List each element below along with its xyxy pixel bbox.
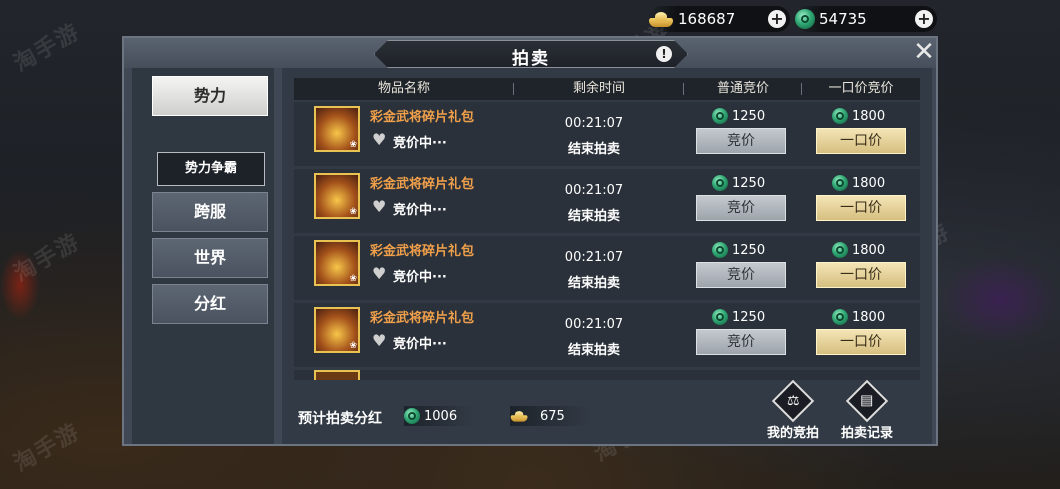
auction-panel: 拍卖 ! ✕ 势力 势力争霸 跨服 世界 分红 物品名称 剩余时间 普通竞价 一…: [122, 36, 938, 446]
title-bar: 拍卖 ! ✕: [124, 38, 936, 68]
fixed-price: 1800: [832, 309, 885, 325]
end-auction-label: 结束拍卖: [567, 276, 620, 291]
jade-coin-icon: [832, 175, 848, 191]
info-icon[interactable]: !: [656, 46, 672, 62]
sidebar-item-world[interactable]: 世界: [152, 238, 268, 278]
sidebar-subitem-faction-contest[interactable]: 势力争霸: [157, 152, 265, 186]
bid-button[interactable]: 竞价: [696, 329, 786, 355]
estimated-dividend-label: 预计拍卖分红: [298, 411, 382, 427]
dividend-jade: 1006: [404, 406, 474, 426]
end-auction-label: 结束拍卖: [567, 343, 620, 358]
jade-coin-icon: [712, 108, 728, 124]
auction-table: 物品名称 剩余时间 普通竞价 一口价竞价 彩金武将碎片礼包 ♥ 竞价中··· 0…: [282, 68, 932, 444]
my-bids-button[interactable]: ⚖ 我的竞拍: [758, 379, 828, 441]
scales-icon: ⚖: [771, 379, 815, 423]
buyout-button[interactable]: 一口价: [816, 329, 906, 355]
gift-chest-icon[interactable]: [314, 106, 360, 152]
normal-price: 1250: [712, 175, 765, 191]
document-icon: ▤: [845, 379, 889, 423]
item-name: 彩金武将碎片礼包: [370, 110, 475, 125]
column-header-time-left: 剩余时间: [514, 78, 684, 100]
column-header-fixed-bid: 一口价竞价: [828, 81, 894, 96]
jade-currency-bar: 54735 +: [795, 6, 937, 32]
time-left: 00:21:07: [564, 183, 624, 198]
bid-button[interactable]: 竞价: [696, 262, 786, 288]
sidebar-item-dividend[interactable]: 分红: [152, 284, 268, 324]
gold-currency-bar: 168687 +: [648, 6, 790, 32]
item-name: 彩金武将碎片礼包: [370, 244, 475, 259]
sidebar: 势力 势力争霸 跨服 世界 分红: [132, 68, 274, 444]
jade-coin-icon: [832, 108, 848, 124]
heart-icon[interactable]: ♥: [372, 197, 386, 216]
jade-amount: 54735: [819, 10, 867, 28]
gift-chest-icon: [314, 370, 360, 380]
bid-button[interactable]: 竞价: [696, 128, 786, 154]
panel-title: 拍卖: [512, 49, 550, 69]
background-decoration: [940, 255, 1060, 345]
bid-status: 竞价中···: [393, 270, 447, 285]
auction-record-label: 拍卖记录: [840, 426, 893, 441]
table-row: 彩金武将碎片礼包 ♥ 竞价中··· 00:21:07 结束拍卖 1250 180…: [294, 236, 920, 300]
heart-icon[interactable]: ♥: [372, 130, 386, 149]
add-jade-button[interactable]: +: [915, 10, 933, 28]
column-header-normal-bid: 普通竞价: [684, 78, 802, 100]
bid-status: 竞价中···: [393, 337, 447, 352]
heart-icon[interactable]: ♥: [372, 331, 386, 350]
jade-coin-icon: [712, 309, 728, 325]
table-rows[interactable]: 彩金武将碎片礼包 ♥ 竞价中··· 00:21:07 结束拍卖 1250 180…: [294, 102, 920, 412]
gift-chest-icon[interactable]: [314, 307, 360, 353]
close-icon[interactable]: ✕: [912, 39, 936, 65]
fixed-price: 1800: [832, 242, 885, 258]
buyout-button[interactable]: 一口价: [816, 262, 906, 288]
dividend-gold: 675: [510, 406, 590, 426]
sidebar-item-faction[interactable]: 势力: [152, 76, 268, 116]
my-bids-label: 我的竞拍: [766, 426, 819, 441]
normal-price: 1250: [712, 309, 765, 325]
bid-button[interactable]: 竞价: [696, 195, 786, 221]
add-gold-button[interactable]: +: [768, 10, 786, 28]
gift-chest-icon[interactable]: [314, 240, 360, 286]
fixed-price: 1800: [832, 108, 885, 124]
item-name: 彩金武将碎片礼包: [370, 311, 475, 326]
jade-coin-icon: [712, 175, 728, 191]
jade-coin-icon: [795, 9, 815, 29]
auction-record-button[interactable]: ▤ 拍卖记录: [832, 379, 902, 441]
bid-status: 竞价中···: [393, 136, 447, 151]
end-auction-label: 结束拍卖: [567, 142, 620, 157]
table-row: 彩金武将碎片礼包 ♥ 竞价中··· 00:21:07 结束拍卖 1250 180…: [294, 169, 920, 233]
time-left: 00:21:07: [564, 317, 624, 332]
table-row: 彩金武将碎片礼包 ♥ 竞价中··· 00:21:07 结束拍卖 1250 180…: [294, 102, 920, 166]
normal-price: 1250: [712, 242, 765, 258]
end-auction-label: 结束拍卖: [567, 209, 620, 224]
gold-amount: 168687: [678, 10, 736, 28]
jade-coin-icon: [832, 309, 848, 325]
table-header: 物品名称 剩余时间 普通竞价 一口价竞价: [294, 78, 920, 100]
gift-chest-icon[interactable]: [314, 173, 360, 219]
buyout-button[interactable]: 一口价: [816, 128, 906, 154]
gold-ingot-icon: [648, 11, 674, 27]
table-row: 彩金武将碎片礼包 ♥ 竞价中··· 00:21:07 结束拍卖 1250 180…: [294, 303, 920, 367]
title-plate: 拍卖: [374, 40, 688, 68]
normal-price: 1250: [712, 108, 765, 124]
bid-status: 竞价中···: [393, 203, 447, 218]
jade-coin-icon: [404, 408, 420, 424]
time-left: 00:21:07: [564, 116, 624, 131]
fixed-price: 1800: [832, 175, 885, 191]
jade-coin-icon: [832, 242, 848, 258]
heart-icon[interactable]: ♥: [372, 264, 386, 283]
jade-coin-icon: [712, 242, 728, 258]
sidebar-item-cross-server[interactable]: 跨服: [152, 192, 268, 232]
gold-ingot-icon: [510, 410, 528, 422]
table-row-partial: [294, 370, 920, 380]
buyout-button[interactable]: 一口价: [816, 195, 906, 221]
column-header-item-name: 物品名称: [294, 78, 514, 100]
item-name: 彩金武将碎片礼包: [370, 177, 475, 192]
time-left: 00:21:07: [564, 250, 624, 265]
